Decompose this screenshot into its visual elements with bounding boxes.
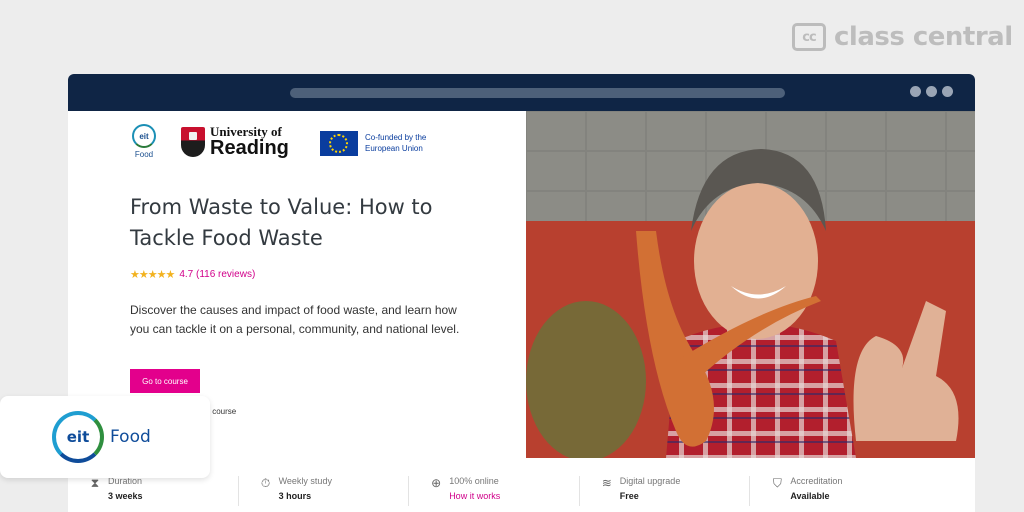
window-dot-icon[interactable] xyxy=(926,86,937,97)
go-to-course-button[interactable]: Go to course xyxy=(130,369,200,393)
stat-online: ⊕ 100% online How it works xyxy=(409,476,580,506)
hourglass-icon: ⧗ xyxy=(90,476,100,490)
thumbnail-stage: cc class central eit Food University of … xyxy=(0,0,1024,512)
eu-cofunded-logo: Co-funded by the European Union xyxy=(320,131,426,156)
address-bar[interactable] xyxy=(290,88,785,98)
stat-label: 100% online xyxy=(449,476,499,486)
eit-ring-icon: eit xyxy=(132,124,156,148)
eu-flag-icon xyxy=(320,131,358,156)
stat-label: Accreditation xyxy=(790,476,843,486)
globe-icon: ⊕ xyxy=(431,476,442,490)
class-central-brand: cc class central xyxy=(792,22,1013,52)
stat-value: 3 hours xyxy=(278,491,312,501)
stat-value: 3 weeks xyxy=(108,491,143,501)
course-description: Discover the causes and impact of food w… xyxy=(130,303,460,336)
how-it-works-link[interactable]: How it works xyxy=(449,491,500,501)
course-title: From Waste to Value: How to Tackle Food … xyxy=(130,195,433,250)
browser-title-bar xyxy=(68,74,975,111)
star-rating-icon: ★★★★★ xyxy=(130,269,175,281)
eu-line1: Co-funded by the xyxy=(365,133,427,143)
reading-line2: Reading xyxy=(210,137,289,159)
stopwatch-icon: ⏱ xyxy=(260,476,271,490)
stat-label: Weekly study xyxy=(278,476,332,486)
partial-caption: s course xyxy=(206,407,237,416)
course-rating: ★★★★★ 4.7 (116 reviews) xyxy=(130,268,255,281)
stat-label: Digital upgrade xyxy=(619,476,681,486)
window-controls xyxy=(910,86,953,97)
course-hero-image xyxy=(526,111,975,458)
class-central-logo-icon: cc xyxy=(792,23,826,51)
eu-line2: European Union xyxy=(365,143,423,153)
stat-value: Available xyxy=(790,491,830,501)
rating-text[interactable]: 4.7 (116 reviews) xyxy=(179,269,255,280)
reading-crest-icon xyxy=(181,126,205,157)
stat-digital-upgrade: ≋ Digital upgrade Free xyxy=(580,476,751,506)
eit-food-logo: eit Food xyxy=(129,124,159,159)
eit-food-word: Food xyxy=(134,150,154,159)
upgrade-icon: ≋ xyxy=(601,476,612,490)
class-central-wordmark: class central xyxy=(834,22,1013,52)
stat-accreditation: ⛉ Accreditation Available xyxy=(750,476,920,506)
window-dot-icon[interactable] xyxy=(910,86,921,97)
window-dot-icon[interactable] xyxy=(942,86,953,97)
stat-duration: ⧗ Duration 3 weeks xyxy=(68,476,239,506)
shield-check-icon: ⛉ xyxy=(772,476,782,490)
eit-ring-icon: eit xyxy=(52,411,104,463)
university-of-reading-logo: University of Reading xyxy=(181,125,289,158)
stat-weekly-study: ⏱ Weekly study 3 hours xyxy=(239,476,410,506)
eit-food-card: eit Food xyxy=(0,396,210,478)
eit-food-word: Food xyxy=(110,427,151,447)
stat-value: Free xyxy=(619,491,639,501)
